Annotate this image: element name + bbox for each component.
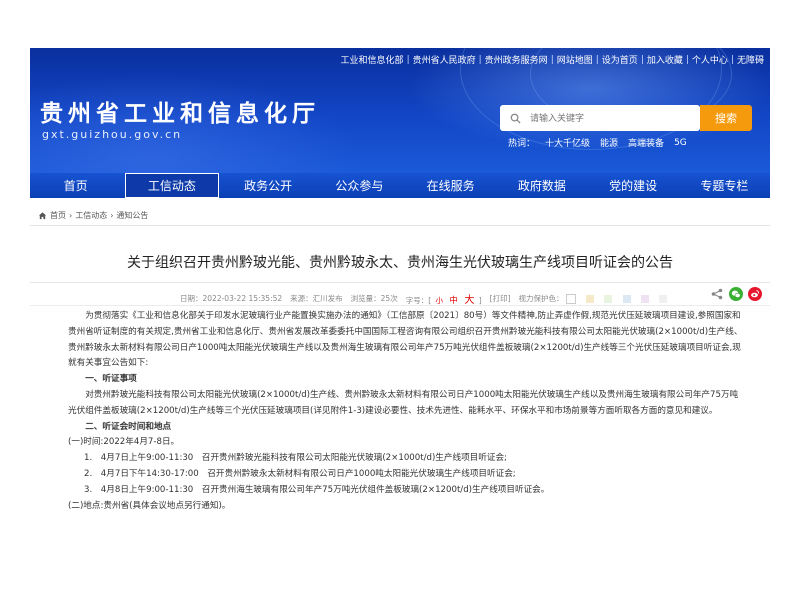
view-count: 浏览量：25次 [351,293,398,304]
list-item: 3. 4月8日上午9:00-11:30 召开贵州海生玻璃有限公司年产75万吨光伏… [84,484,550,495]
view-count-value: 25次 [380,294,398,303]
site-title[interactable]: 贵州省工业和信息化厅 [40,94,320,128]
top-link-accessibility[interactable]: 无障碍 [737,53,764,66]
wechat-icon[interactable] [729,287,743,301]
list-item: 1. 4月7日上午9:00-11:30 召开贵州黔玻光能科技有限公司太阳能光伏玻… [84,453,507,464]
header-banner: 工业和信息化部 | 贵州省人民政府 | 贵州政务服务网 | 网站地图 | 设为首页 | 加… [30,48,770,173]
nav-item-party[interactable]: 党的建设 [588,173,679,198]
font-size-label: 字号：[ [405,296,432,305]
article-source: 来源：汇川发布 [290,294,343,303]
print-button[interactable]: [打印] [490,293,511,304]
site-url: gxt.guizhou.gov.cn [42,128,183,141]
top-link-set-homepage[interactable]: 设为首页 [602,53,638,66]
article-meta: 日期：2022-03-22 15:35:52 来源：汇川发布 浏览量：25次 字… [180,291,683,306]
search-icon [508,111,522,125]
top-link-miit[interactable]: 工业和信息化部 [341,53,404,66]
font-size-controls: 字号：[ 小 中 大 ] [406,291,482,306]
nav-item-home[interactable]: 首页 [30,173,121,198]
color-swatch[interactable] [622,294,631,303]
home-icon [38,211,47,220]
breadcrumb-news[interactable]: 工信动态 [75,210,107,221]
view-count-label: 浏览量： [350,294,381,303]
top-link-add-favorite[interactable]: 加入收藏 [647,53,683,66]
vision-colors [565,293,676,304]
top-link-user-center[interactable]: 个人中心 [692,53,728,66]
paragraph: (一)时间:2022年4月7-8日。 [68,437,180,448]
divider [30,305,770,306]
top-links: 工业和信息化部 | 贵州省人民政府 | 贵州政务服务网 | 网站地图 | 设为首页 | 加… [340,53,764,67]
breadcrumb-notice[interactable]: 通知公告 [116,210,148,221]
hot-word[interactable]: 十大千亿级 [545,136,590,149]
search-input[interactable] [528,112,692,124]
font-size-end: ] [478,296,482,305]
paragraph: 对贵州黔玻光能科技有限公司太阳能光伏玻璃(2×1000t/d)生产线、贵州黔玻永… [68,389,739,416]
search-button[interactable]: 搜索 [700,105,752,131]
publish-date: 日期：2022-03-22 15:35:52 [180,294,283,303]
hot-word[interactable]: 5G [674,138,687,148]
top-link-sitemap[interactable]: 网站地图 [557,53,593,66]
color-swatch[interactable] [604,294,613,303]
share-icon[interactable] [710,287,724,301]
top-link-province-gov[interactable]: 贵州省人民政府 [413,53,476,66]
hot-words: 热词： 十大千亿级 能源 高端装备 5G [508,136,697,150]
vision-protect-label: 视力保护色： [518,294,564,303]
breadcrumb-separator: › [110,211,114,220]
nav-item-online-service[interactable]: 在线服务 [405,173,496,198]
section-heading: 一、听证事项 [85,374,137,385]
search-box [500,105,700,131]
paragraph: 为贯彻落实《工业和信息化部关于印发水泥玻璃行业产能置换实施办法的通知》（工信部原… [68,311,743,369]
page: 工业和信息化部 | 贵州省人民政府 | 贵州政务服务网 | 网站地图 | 设为首页 | 加… [30,48,770,600]
color-swatch[interactable] [585,294,594,303]
list-item: 2. 4月7日下午14:30-17:00 召开贵州黔玻永太新材料有限公司日产10… [84,468,516,479]
paragraph: (二)地点:贵州省(具体会议地点另行通知)。 [68,500,231,511]
breadcrumb-separator: › [69,211,73,220]
nav-item-gov-data[interactable]: 政府数据 [496,173,587,198]
weibo-icon[interactable] [748,287,762,301]
divider [30,282,770,283]
color-swatch[interactable] [641,294,650,303]
breadcrumb: 首页 › 工信动态 › 通知公告 [38,210,148,221]
article-title: 关于组织召开贵州黔玻光能、贵州黔玻永太、贵州海生光伏玻璃生产线项目听证会的公告 [127,255,673,271]
font-small-button[interactable]: 小 [436,296,444,305]
nav-item-gov-open[interactable]: 政务公开 [223,173,314,198]
hot-words-label: 热词： [508,139,536,149]
article-body: 为贯彻落实《工业和信息化部关于印发水泥玻璃行业产能置换实施办法的通知》（工信部原… [68,309,746,514]
hot-word[interactable]: 能源 [600,136,618,149]
share-bar [705,287,762,301]
hot-word[interactable]: 高端装备 [628,136,664,149]
main-nav: 首页 工信动态 政务公开 公众参与 在线服务 政府数据 党的建设 专题专栏 [30,173,770,198]
breadcrumb-home[interactable]: 首页 [50,210,66,221]
top-link-gov-service[interactable]: 贵州政务服务网 [485,53,548,66]
nav-item-news[interactable]: 工信动态 [125,173,219,198]
color-swatch[interactable] [565,293,576,304]
section-heading: 二、听证会时间和地点 [85,421,172,432]
nav-item-public[interactable]: 公众参与 [314,173,405,198]
nav-item-special[interactable]: 专题专栏 [679,173,770,198]
color-swatch[interactable] [659,294,668,303]
divider [30,225,770,226]
